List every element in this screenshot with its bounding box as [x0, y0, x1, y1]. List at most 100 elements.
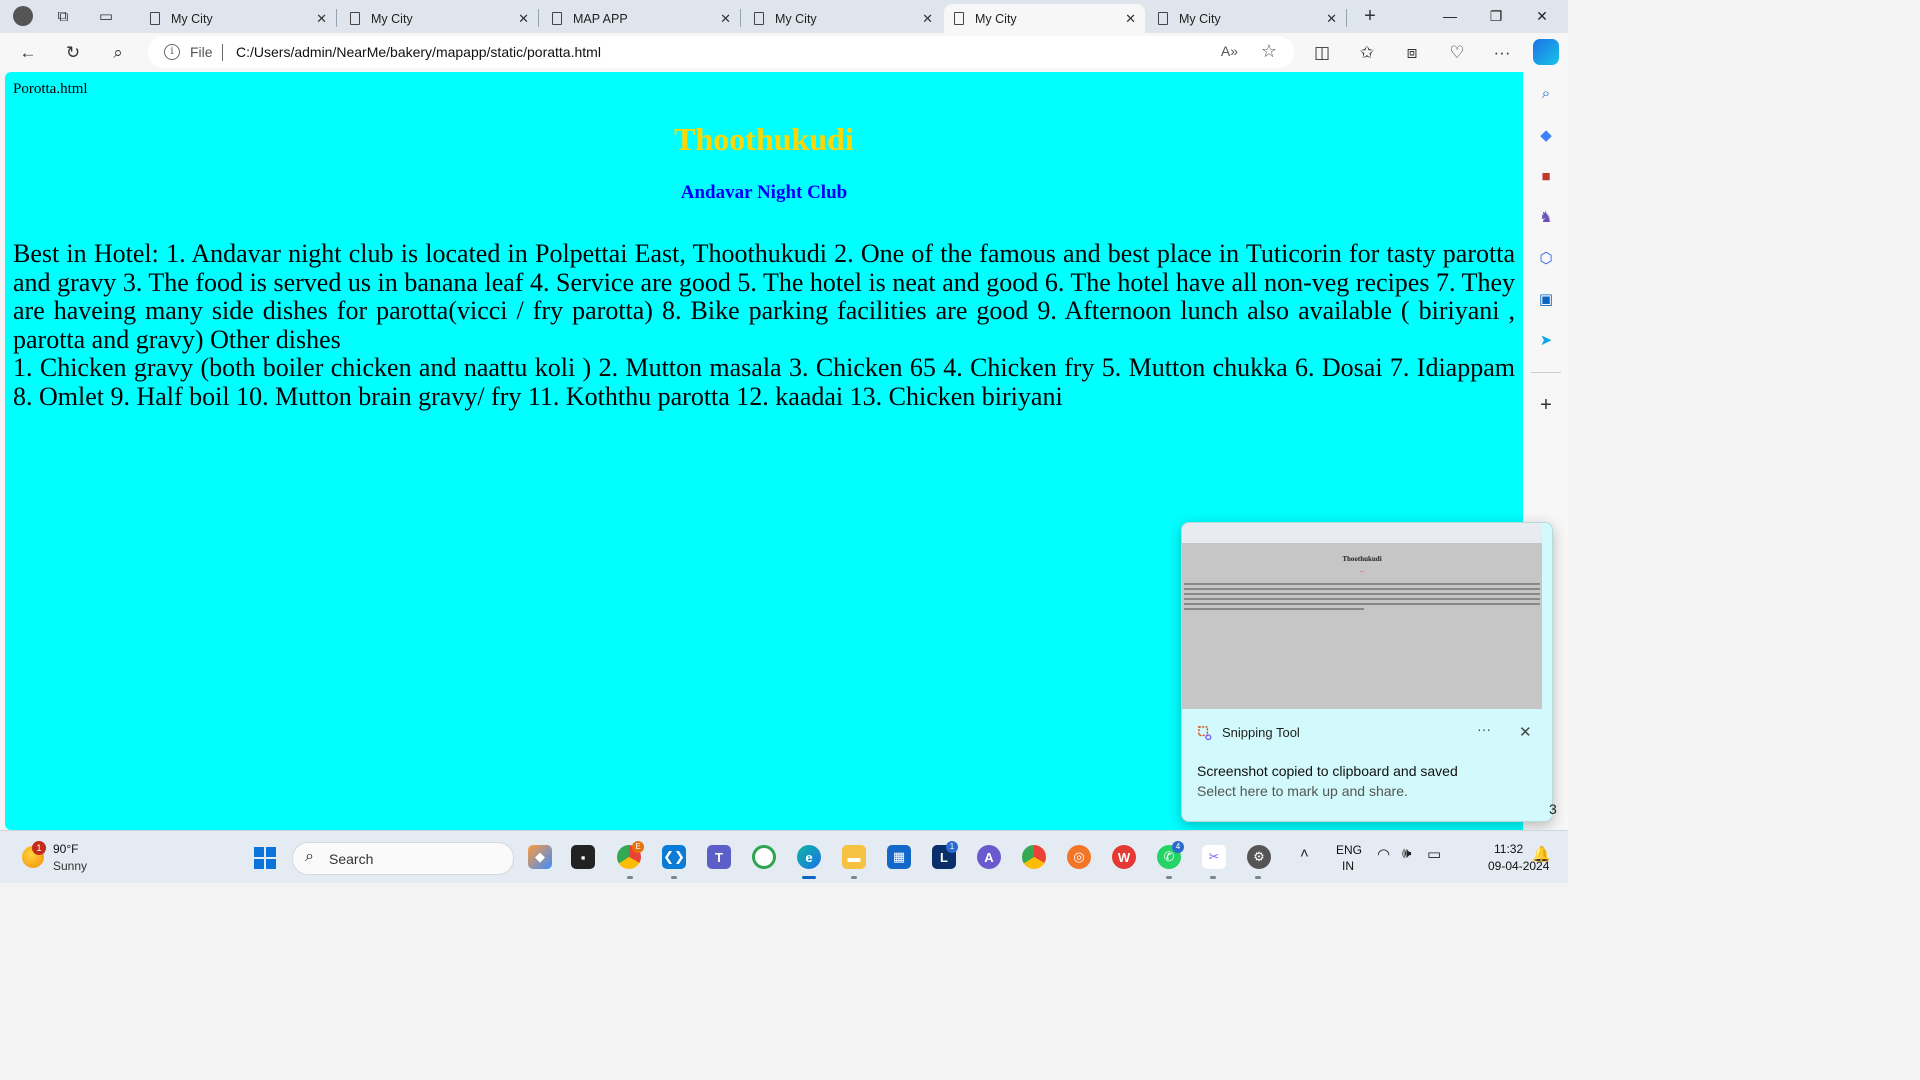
workspaces-icon[interactable]: ⧉ — [48, 3, 78, 29]
page-icon — [552, 12, 562, 25]
tag-icon[interactable]: ◆ — [1535, 124, 1557, 146]
chevron-up-icon[interactable]: ˄ — [1300, 845, 1309, 862]
running-indicator — [627, 876, 633, 879]
region-indicator[interactable]: IN — [1342, 859, 1354, 873]
heart-icon[interactable]: ♡ — [1443, 40, 1471, 66]
jupyter-icon[interactable]: ◎ — [1067, 845, 1091, 869]
running-indicator — [1255, 876, 1261, 879]
profile-icon[interactable] — [8, 3, 38, 29]
close-tab-icon[interactable]: ✕ — [1125, 11, 1136, 27]
maximize-button[interactable]: ❐ — [1474, 4, 1518, 28]
favorites-icon[interactable]: ✩ — [1353, 40, 1381, 66]
weather-temperature[interactable]: 90°F — [53, 842, 78, 856]
close-tab-icon[interactable]: ✕ — [922, 11, 933, 27]
page-icon — [1158, 12, 1168, 25]
whatsapp-badge: 4 — [1172, 841, 1184, 853]
back-button[interactable]: ← — [14, 40, 42, 66]
notification-bell-icon[interactable]: 🔔 — [1532, 845, 1551, 863]
plus-icon: + — [1364, 4, 1376, 27]
send-icon[interactable]: ➤ — [1535, 329, 1557, 351]
settings-gear-icon[interactable]: ⚙ — [1247, 845, 1271, 869]
search-label: Search — [329, 851, 374, 867]
file-explorer-icon[interactable]: ▬ — [842, 845, 866, 869]
close-window-button[interactable]: ✕ — [1520, 4, 1564, 28]
address-bar[interactable]: i File C:/Users/admin/NearMe/bakery/mapa… — [148, 36, 1294, 68]
tab-2[interactable]: My City ✕ — [340, 4, 538, 33]
running-indicator — [671, 876, 677, 879]
refresh-app-icon[interactable] — [752, 845, 776, 869]
android-studio-icon[interactable]: A — [977, 845, 1001, 869]
split-screen-icon[interactable]: ◫ — [1308, 40, 1336, 66]
tab-title: My City — [1179, 11, 1221, 26]
tab-divider — [740, 9, 741, 27]
thumbnail-browser-bar — [1182, 523, 1542, 543]
scheme-label: File — [190, 44, 213, 60]
windows-start-icon[interactable] — [254, 847, 276, 869]
search-button[interactable]: ⌕ — [104, 40, 132, 66]
taskbar-search[interactable]: ⌕ Search — [292, 842, 514, 875]
teams-icon[interactable]: T — [707, 845, 731, 869]
running-indicator — [1166, 876, 1172, 879]
content-text-1: Best in Hotel: 1. Andavar night club is … — [13, 239, 1515, 354]
close-tab-icon[interactable]: ✕ — [1326, 11, 1337, 27]
url-text[interactable]: C:/Users/admin/NearMe/bakery/mapapp/stat… — [236, 44, 601, 60]
wps-icon[interactable]: W — [1112, 845, 1136, 869]
close-tab-icon[interactable]: ✕ — [316, 11, 327, 27]
search-icon: ⌕ — [113, 43, 123, 62]
store-icon[interactable]: ▦ — [887, 845, 911, 869]
screenshot-thumbnail[interactable]: Thoothukudi — — [1182, 523, 1542, 709]
more-options-icon[interactable]: ··· — [1477, 721, 1491, 737]
close-icon[interactable]: ✕ — [1519, 723, 1532, 741]
toolbox-icon[interactable]: ■ — [1535, 165, 1557, 187]
refresh-button[interactable]: ↻ — [59, 40, 87, 66]
page-icon — [350, 12, 360, 25]
search-icon: ⌕ — [305, 848, 314, 865]
snipping-tool-icon — [1198, 726, 1212, 741]
chess-icon[interactable]: ♞ — [1535, 206, 1557, 228]
running-indicator — [851, 876, 857, 879]
taskbar: 1 90°F Sunny ⌕ Search ◆ ▪ E ❮❯ T e ▬ ▦ L… — [0, 830, 1568, 883]
vertical-tabs-icon[interactable]: ▭ — [91, 3, 121, 29]
outlook-icon[interactable]: ▣ — [1535, 288, 1557, 310]
content-text-2: 1. Chicken gravy (both boiler chicken an… — [13, 353, 1515, 411]
wifi-icon[interactable]: ◠ — [1377, 845, 1390, 863]
tab-title: My City — [775, 11, 817, 26]
collections-icon[interactable]: ⧈ — [1398, 40, 1426, 66]
star-icon[interactable]: ☆ — [1261, 41, 1277, 62]
thumbnail-subtitle: — — [1360, 568, 1364, 573]
refresh-icon: ↻ — [65, 43, 81, 62]
running-indicator — [1210, 876, 1216, 879]
tab-5-active[interactable]: My City ✕ — [944, 4, 1145, 33]
add-icon[interactable]: + — [1535, 394, 1557, 416]
copilot-icon[interactable] — [1533, 39, 1559, 65]
more-icon[interactable]: ··· — [1488, 40, 1516, 66]
close-tab-icon[interactable]: ✕ — [518, 11, 529, 27]
tab-4[interactable]: My City ✕ — [744, 4, 942, 33]
copilot-hexagon-icon[interactable]: ⬡ — [1535, 247, 1557, 269]
active-indicator — [802, 876, 816, 879]
tab-6[interactable]: My City ✕ — [1148, 4, 1346, 33]
minimize-button[interactable]: — — [1428, 4, 1472, 28]
search-icon[interactable]: ⌕ — [1535, 82, 1557, 104]
snipping-tool-notification[interactable]: Thoothukudi — Snipping Tool ··· ✕ Screen… — [1181, 522, 1553, 822]
tab-divider — [1346, 9, 1347, 27]
volume-icon[interactable]: 🕪 — [1402, 845, 1411, 862]
terminal-icon[interactable]: ▪ — [571, 845, 595, 869]
clock-time[interactable]: 11:32 — [1494, 842, 1523, 856]
new-tab-button[interactable]: + — [1355, 3, 1385, 29]
snipping-tool-taskbar-icon[interactable]: ✂ — [1202, 845, 1226, 869]
read-aloud-icon[interactable]: A» — [1221, 43, 1238, 59]
weather-condition[interactable]: Sunny — [53, 859, 87, 873]
copilot-pre-icon[interactable]: ◆ — [528, 845, 552, 869]
language-indicator[interactable]: ENG — [1336, 843, 1362, 857]
close-tab-icon[interactable]: ✕ — [720, 11, 731, 27]
sidebar-divider — [1531, 372, 1561, 373]
tab-1[interactable]: My City ✕ — [140, 4, 336, 33]
vscode-icon[interactable]: ❮❯ — [662, 845, 686, 869]
info-icon[interactable]: i — [164, 44, 180, 60]
edge-icon[interactable]: e — [797, 845, 821, 869]
battery-icon[interactable]: ▭ — [1427, 845, 1441, 863]
chrome-icon[interactable] — [1022, 845, 1046, 869]
tab-3[interactable]: MAP APP ✕ — [542, 4, 740, 33]
notification-app-name: Snipping Tool — [1222, 725, 1300, 740]
